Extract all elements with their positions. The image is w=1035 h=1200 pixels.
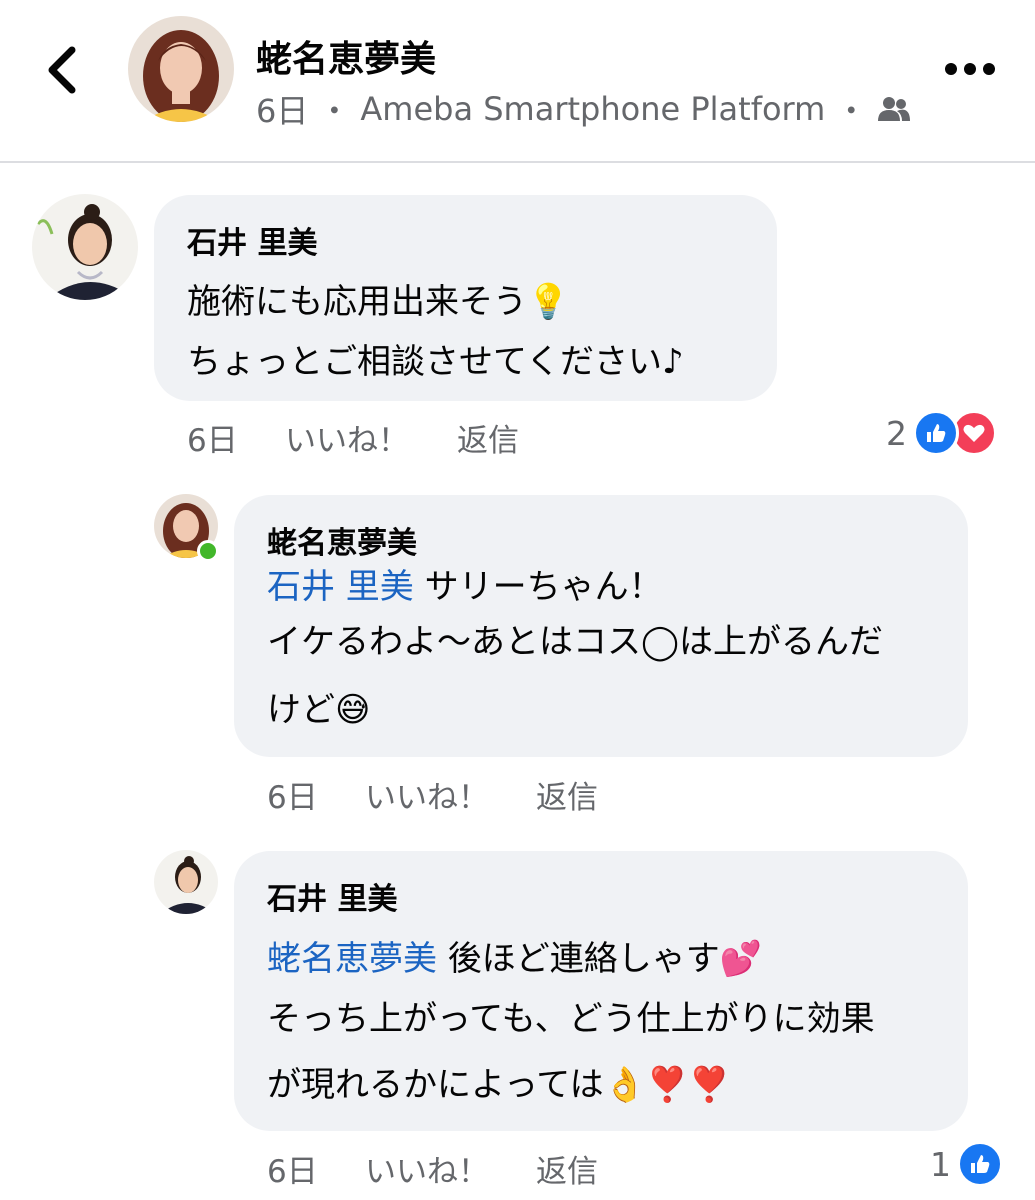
sweat-smile-emoji: 😅: [335, 690, 371, 730]
comment-text: そっち上がっても、どう仕上がりに効果: [267, 999, 875, 1039]
comment-text: けど: [267, 690, 335, 730]
online-status-indicator: [197, 540, 219, 562]
mention-link[interactable]: 蛯名恵夢美: [267, 939, 437, 979]
meta-separator: ・: [835, 92, 868, 130]
reaction-count: 2: [886, 413, 907, 453]
reply-button[interactable]: 返信: [457, 415, 519, 460]
dot: [983, 63, 995, 75]
commenter-avatar[interactable]: [32, 194, 138, 300]
reply-button[interactable]: 返信: [536, 772, 598, 817]
reaction-count: 1: [930, 1144, 951, 1184]
comment-text: イケるわよ〜あとはコス◯は上がるんだ: [267, 622, 884, 662]
comment-author[interactable]: 石井 里美: [187, 218, 317, 262]
comment-text-line: が現れるかによっては👌❣️❣️: [267, 1054, 731, 1116]
comment-text: ちょっとご相談させてください♪: [187, 342, 684, 382]
light-bulb-emoji: 💡: [527, 282, 570, 322]
author-avatar[interactable]: [128, 16, 234, 122]
like-reaction-icon: [957, 1141, 1003, 1187]
comment-text: サリーちゃん！: [413, 567, 663, 607]
comment-text-line: けど😅: [267, 679, 370, 741]
comment-age[interactable]: 6日: [187, 423, 238, 459]
post-age[interactable]: 6日: [256, 86, 308, 132]
comment-text-line: 蛯名恵夢美 後ほど連絡しゃす💕: [267, 928, 762, 990]
like-button[interactable]: いいね！: [365, 1146, 489, 1191]
like-reaction-icon: [913, 410, 959, 456]
reaction-summary[interactable]: 1: [930, 1141, 1003, 1187]
comment-text: 後ほど連絡しゃす: [437, 939, 720, 979]
post-author-name[interactable]: 蛯名恵夢美: [256, 30, 436, 82]
post-platform: Ameba Smartphone Platform: [360, 90, 826, 128]
more-horizontal-icon: [945, 63, 957, 75]
comment-age[interactable]: 6日: [267, 772, 318, 817]
comment-actions: 6日: [187, 415, 238, 460]
friends-icon: [878, 97, 911, 121]
comment-author[interactable]: 石井 里美: [267, 874, 397, 918]
two-hearts-emoji: 💕: [719, 939, 763, 979]
commenter-avatar[interactable]: [154, 850, 218, 914]
reply-button[interactable]: 返信: [536, 1146, 598, 1191]
chevron-left-icon: [48, 46, 76, 94]
dot: [964, 63, 976, 75]
like-button[interactable]: いいね！: [365, 772, 489, 817]
like-button[interactable]: いいね！: [285, 415, 409, 460]
comment-text-line: 石井 里美 サリーちゃん！: [267, 556, 663, 618]
post-meta: 6日 ・ Ameba Smartphone Platform ・: [256, 86, 911, 132]
more-options-button[interactable]: [945, 55, 997, 83]
comment-text: が現れるかによっては: [267, 1065, 604, 1105]
comment-text: 施術にも応用出来そう: [187, 282, 527, 322]
mention-link[interactable]: 石井 里美: [267, 567, 414, 607]
back-button[interactable]: [40, 40, 90, 100]
meta-separator: ・: [318, 92, 351, 130]
reaction-summary[interactable]: 2: [886, 410, 997, 456]
comment-age[interactable]: 6日: [267, 1146, 318, 1191]
comment-text-line: 施術にも応用出来そう💡: [187, 271, 569, 333]
ok-hand-heart-exclamation-emoji: 👌❣️❣️: [603, 1065, 731, 1105]
